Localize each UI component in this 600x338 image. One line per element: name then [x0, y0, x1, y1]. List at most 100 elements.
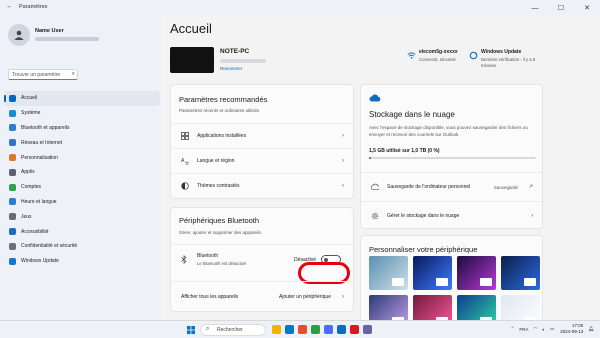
nav-icon: [9, 109, 16, 117]
bluetooth-name: Bluetooth: [197, 253, 219, 259]
language-indicator[interactable]: FRA: [519, 327, 528, 332]
sidebar: Name User Trouver un paramètre ⌕ Accueil…: [0, 16, 162, 320]
manage-cloud-row[interactable]: Gérer le stockage dans le nuage ›: [361, 201, 542, 229]
theme-thumbnail[interactable]: [369, 256, 408, 290]
close-button[interactable]: ✕: [574, 0, 600, 16]
sidebar-item-label: Accueil: [21, 95, 38, 102]
sidebar-item-label: Applis: [21, 169, 35, 176]
taskbar-app-icon[interactable]: [298, 325, 307, 334]
apps-grid-icon: [181, 132, 189, 140]
sidebar-item-personnalisation[interactable]: Personnalisation: [4, 150, 160, 165]
recommended-item-label: Thèmes contrastés: [197, 183, 240, 189]
nav-icon: [9, 183, 16, 191]
chevron-right-icon: ›: [342, 293, 344, 300]
nav-icon: [9, 168, 16, 176]
user-icon: [14, 30, 24, 40]
window-title: Paramètres: [19, 4, 48, 10]
device-model-redacted: [220, 59, 266, 63]
theme-thumbnail[interactable]: [501, 256, 540, 290]
wifi-name: elecom5g-xxxxx: [419, 49, 458, 55]
language-icon: A字: [181, 158, 189, 165]
sidebar-item-accueil[interactable]: Accueil: [4, 91, 160, 106]
sidebar-item-confidentialité-et-sécurité[interactable]: Confidentialité et sécurité: [4, 239, 160, 254]
theme-thumbnail[interactable]: [501, 295, 540, 320]
sidebar-item-label: Jeux: [21, 213, 32, 220]
sidebar-item-heure-et-langue[interactable]: Heure et langue: [4, 195, 160, 210]
recommended-item-contrast-themes[interactable]: Thèmes contrastés ›: [171, 173, 353, 198]
manage-cloud-label: Gérer le stockage dans le nuage: [387, 212, 460, 219]
add-device-button[interactable]: Ajouter un périphérique: [279, 294, 331, 300]
nav-icon: [9, 213, 16, 221]
window-preview: [392, 278, 404, 286]
theme-thumbnail[interactable]: [413, 295, 452, 320]
cloud-title: Stockage dans le nuage: [369, 110, 455, 119]
view-all-devices-link[interactable]: Afficher tous les appareils: [181, 294, 238, 300]
back-button[interactable]: ←: [6, 3, 13, 10]
sidebar-item-label: Personnalisation: [21, 154, 58, 161]
notification-icon[interactable]: 🔔︎: [588, 326, 594, 332]
window-preview: [480, 278, 492, 286]
sidebar-item-réseau-et-internet[interactable]: Réseau et Internet: [4, 135, 160, 150]
wifi-icon: [407, 52, 416, 59]
taskbar-search[interactable]: ⌕ Rechercher: [200, 324, 266, 336]
taskbar-app-icon[interactable]: [363, 325, 372, 334]
taskbar-app-icon[interactable]: [350, 325, 359, 334]
start-button[interactable]: [187, 326, 195, 334]
title-bar: ← Paramètres — ☐ ✕: [0, 0, 600, 16]
sidebar-item-système[interactable]: Système: [4, 106, 160, 121]
sidebar-item-bluetooth-et-appareils[interactable]: Bluetooth et appareils: [4, 121, 160, 136]
system-tray: ⌃ FRA ◠ 🔈︎ ▭ 17:00 2024-09-13 🔔︎: [511, 323, 594, 335]
contrast-icon: [181, 182, 189, 190]
chevron-up-icon[interactable]: ⌃: [511, 326, 515, 332]
recommended-item-language-region[interactable]: A字 Langue et région ›: [171, 148, 353, 173]
theme-thumbnail[interactable]: [457, 256, 496, 290]
battery-icon[interactable]: ▭: [550, 326, 554, 332]
taskbar: ⌕ Rechercher ⌃ FRA ◠ 🔈︎ ▭ 17:00 2024-09-…: [0, 320, 600, 338]
taskbar-app-icon[interactable]: [285, 325, 294, 334]
user-profile[interactable]: Name User: [8, 24, 158, 54]
taskbar-app-icon[interactable]: [272, 325, 281, 334]
taskbar-app-icon[interactable]: [337, 325, 346, 334]
avatar: [8, 24, 30, 46]
taskbar-search-label: Rechercher: [217, 327, 243, 333]
wifi-status-text: Connecté, sécurisé: [419, 57, 456, 62]
gear-icon: [371, 212, 379, 219]
cloud-icon: [369, 94, 381, 102]
recommended-item-installed-apps[interactable]: Applications installées ›: [171, 123, 353, 148]
cloud-usage-bar: [369, 157, 536, 159]
sidebar-item-comptes[interactable]: Comptes: [4, 180, 160, 195]
sidebar-item-windows-update[interactable]: Windows Update: [4, 254, 160, 269]
nav-icon: [9, 124, 16, 132]
recommended-subtitle: Paramètres récents et ordinaires utilisé…: [179, 108, 260, 113]
cloud-storage-card: Stockage dans le nuage Avec l'espace de …: [360, 84, 543, 229]
taskbar-clock[interactable]: 17:00 2024-09-13: [560, 323, 583, 335]
chevron-right-icon: ›: [531, 212, 533, 219]
nav-icon: [9, 228, 16, 236]
window-preview: [524, 278, 536, 286]
sidebar-item-accessibilité[interactable]: Accessibilité: [4, 224, 160, 239]
wifi-tray-icon[interactable]: ◠: [533, 326, 537, 332]
taskbar-app-icon[interactable]: [311, 325, 320, 334]
cloud-usage: 1,5 GB utilisé sur 1,0 TB (0 %): [369, 148, 440, 154]
chevron-right-icon: ›: [342, 158, 344, 164]
taskbar-app-icon[interactable]: [324, 325, 333, 334]
maximize-button[interactable]: ☐: [548, 0, 574, 16]
theme-thumbnail[interactable]: [369, 295, 408, 320]
nav-icon: [9, 257, 16, 265]
volume-icon[interactable]: 🔈︎: [542, 327, 545, 332]
sidebar-item-label: Système: [21, 110, 41, 117]
rename-link[interactable]: Renommer: [220, 66, 242, 71]
bluetooth-card-title: Périphériques Bluetooth: [179, 216, 260, 225]
backup-row[interactable]: Sauvegarde de l'ordinateur personnel Sau…: [361, 172, 542, 201]
chevron-right-icon: ›: [342, 133, 344, 139]
minimize-button[interactable]: —: [522, 0, 548, 16]
theme-thumbnail[interactable]: [457, 295, 496, 320]
theme-thumbnail[interactable]: [413, 256, 452, 290]
bluetooth-icon: [181, 255, 187, 264]
cloud-description: Avec l'espace de stockage disponible, vo…: [369, 125, 528, 137]
sidebar-item-jeux[interactable]: Jeux: [4, 209, 160, 224]
cloud-usage-fill: [369, 157, 371, 159]
update-title: Windows Update: [481, 49, 522, 55]
backup-label: Sauvegarde de l'ordinateur personnel: [387, 184, 471, 190]
sidebar-item-applis[interactable]: Applis: [4, 165, 160, 180]
